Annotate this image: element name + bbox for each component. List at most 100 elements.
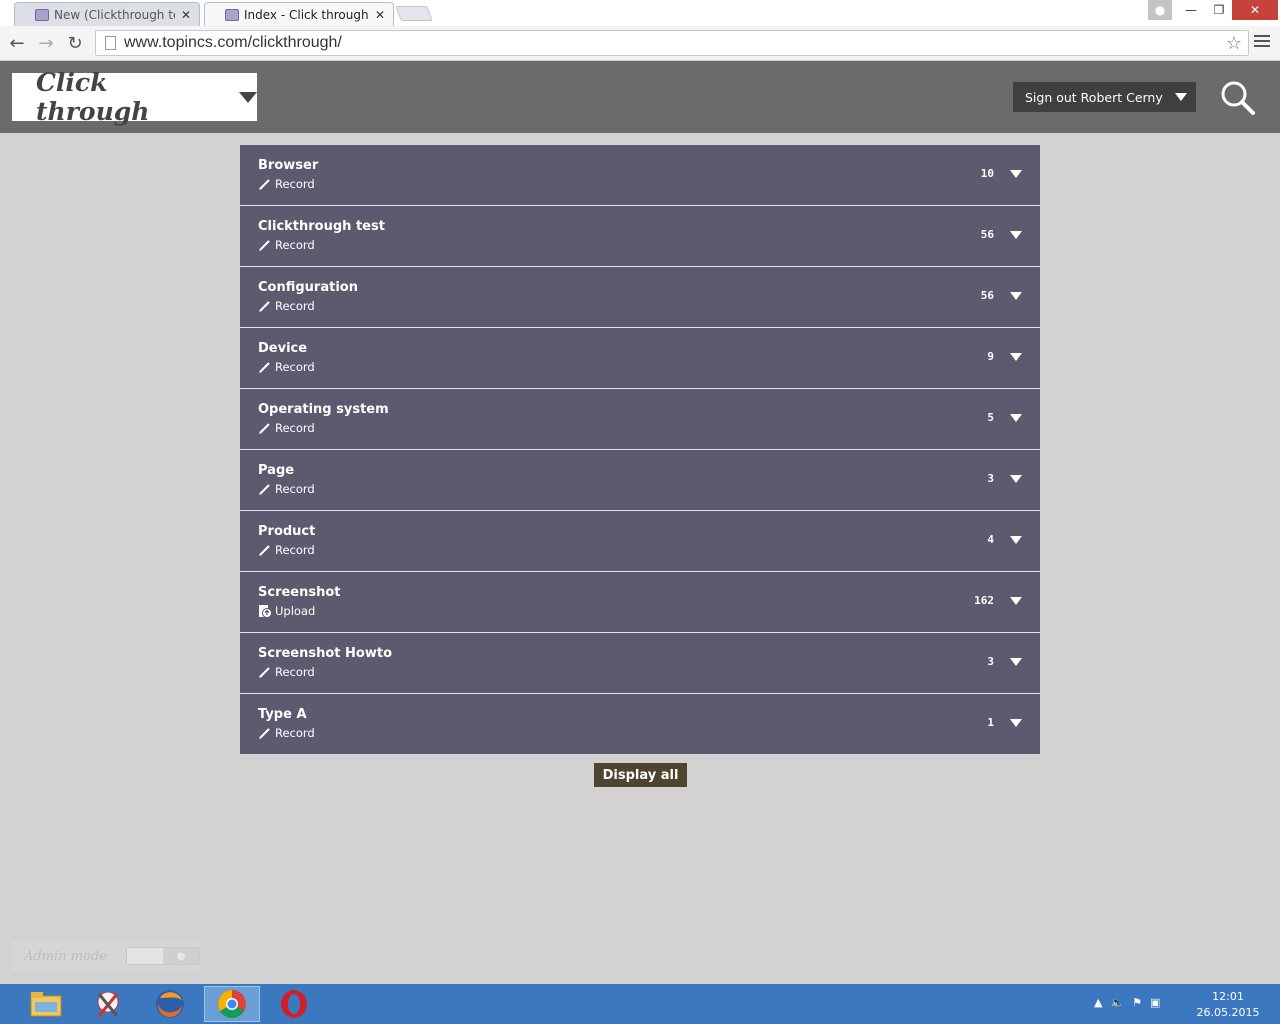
list-item-action[interactable]: Record xyxy=(258,421,315,435)
list-item-count: 9 xyxy=(987,350,994,363)
list-item-title[interactable]: Product xyxy=(258,524,315,539)
list-item-title[interactable]: Type A xyxy=(258,707,307,722)
list-item-title[interactable]: Page xyxy=(258,463,294,478)
site-favicon-icon xyxy=(225,8,239,21)
list-item-title[interactable]: Clickthrough test xyxy=(258,219,385,234)
minimize-icon[interactable]: — xyxy=(1178,0,1204,20)
expand-caret-icon[interactable] xyxy=(1010,414,1022,422)
pencil-icon xyxy=(258,543,272,557)
browser-tab-0[interactable]: New (Clickthrough test) - ✕ xyxy=(14,2,200,26)
list-item-action-label: Record xyxy=(275,543,315,557)
pencil-icon xyxy=(258,665,272,679)
volume-icon[interactable]: 🔈 xyxy=(1110,996,1124,1009)
list-item[interactable]: Operating system Record 5 xyxy=(240,389,1040,450)
list-item-title[interactable]: Device xyxy=(258,341,307,356)
expand-caret-icon[interactable] xyxy=(1010,292,1022,300)
list-item[interactable]: Clickthrough test Record 56 xyxy=(240,206,1040,267)
user-profile-icon[interactable]: ● xyxy=(1148,0,1172,20)
list-item-action-label: Record xyxy=(275,238,315,252)
list-item-action-label: Record xyxy=(275,299,315,313)
tab-close-icon[interactable]: ✕ xyxy=(375,8,385,22)
list-item-title[interactable]: Screenshot Howto xyxy=(258,646,392,661)
list-item-action[interactable]: Record xyxy=(258,177,315,191)
expand-caret-icon[interactable] xyxy=(1010,719,1022,727)
list-item[interactable]: Device Record 9 xyxy=(240,328,1040,389)
expand-caret-icon[interactable] xyxy=(1010,536,1022,544)
list-item-title[interactable]: Configuration xyxy=(258,280,358,295)
admin-mode-panel: Admin mode ● xyxy=(12,941,201,971)
list-item-action[interactable]: Record xyxy=(258,482,315,496)
browser-menu-icon[interactable] xyxy=(1254,35,1270,51)
list-item-action[interactable]: Record xyxy=(258,299,315,313)
network-icon[interactable]: ▣ xyxy=(1150,996,1160,1009)
signout-button[interactable]: Sign out Robert Cerny xyxy=(1013,82,1196,112)
site-favicon-icon xyxy=(35,8,49,21)
list-item-action[interactable]: Record xyxy=(258,360,315,374)
expand-caret-icon[interactable] xyxy=(1010,231,1022,239)
list-item[interactable]: Browser Record 10 xyxy=(240,145,1040,206)
system-tray: ▲ 🔈 ⚑ ▣ xyxy=(1094,996,1160,1009)
list-item-action[interactable]: Record xyxy=(258,665,315,679)
topic-type-list: Browser Record 10 Clickthrough test Record 56… xyxy=(240,145,1040,754)
browser-toolbar: ← → ↻ www.topincs.com/clickthrough/ ☆ xyxy=(0,26,1280,61)
expand-caret-icon[interactable] xyxy=(1010,597,1022,605)
forward-arrow-icon[interactable]: → xyxy=(35,32,57,54)
admin-mode-label: Admin mode xyxy=(24,948,107,964)
list-item[interactable]: Screenshot Howto Record 3 xyxy=(240,633,1040,694)
expand-caret-icon[interactable] xyxy=(1010,658,1022,666)
list-item-title[interactable]: Browser xyxy=(258,158,318,173)
list-item[interactable]: Type A Record 1 xyxy=(240,694,1040,754)
clock-date: 26.05.2015 xyxy=(1196,1006,1260,1019)
bookmark-star-icon[interactable]: ☆ xyxy=(1226,33,1242,54)
list-item[interactable]: Page Record 3 xyxy=(240,450,1040,511)
list-item-count: 56 xyxy=(980,228,994,241)
list-item-count: 3 xyxy=(987,472,994,485)
file-explorer-icon[interactable] xyxy=(18,986,74,1022)
list-item-count: 1 xyxy=(987,716,994,729)
pencil-icon xyxy=(258,299,272,313)
back-arrow-icon[interactable]: ← xyxy=(6,32,28,54)
signout-label: Sign out Robert Cerny xyxy=(1025,89,1163,105)
list-item-action-label: Record xyxy=(275,482,315,496)
list-item[interactable]: Screenshot Upload 162 xyxy=(240,572,1040,633)
expand-caret-icon[interactable] xyxy=(1010,353,1022,361)
clock[interactable]: 12:01 26.05.2015 xyxy=(1196,989,1260,1021)
restore-icon[interactable]: ❐ xyxy=(1206,0,1232,20)
url-text[interactable]: www.topincs.com/clickthrough/ xyxy=(124,34,1226,52)
list-item-title[interactable]: Operating system xyxy=(258,402,389,417)
list-item-action[interactable]: Record xyxy=(258,238,315,252)
tab-close-icon[interactable]: ✕ xyxy=(181,8,191,22)
list-item[interactable]: Configuration Record 56 xyxy=(240,267,1040,328)
pencil-icon xyxy=(258,482,272,496)
snipping-tool-icon[interactable] xyxy=(80,986,136,1022)
app-menu-button[interactable]: Click through xyxy=(12,68,257,126)
address-bar[interactable]: www.topincs.com/clickthrough/ ☆ xyxy=(95,30,1249,56)
caret-down-icon xyxy=(1175,93,1187,101)
list-item-count: 162 xyxy=(974,594,994,607)
expand-caret-icon[interactable] xyxy=(1010,475,1022,483)
pencil-icon xyxy=(258,177,272,191)
flag-icon[interactable]: ⚑ xyxy=(1132,996,1142,1009)
new-tab-button[interactable] xyxy=(395,6,433,21)
search-icon[interactable] xyxy=(1218,79,1258,119)
list-item-action[interactable]: Record xyxy=(258,543,315,557)
list-item[interactable]: Product Record 4 xyxy=(240,511,1040,572)
expand-caret-icon[interactable] xyxy=(1010,170,1022,178)
pencil-icon xyxy=(258,360,272,374)
firefox-icon[interactable] xyxy=(142,986,198,1022)
close-window-icon[interactable]: ✕ xyxy=(1232,0,1278,20)
tab-title: Index - Click through xyxy=(244,7,369,22)
chrome-icon[interactable] xyxy=(204,986,260,1022)
upload-icon xyxy=(258,604,272,618)
browser-tab-1[interactable]: Index - Click through ✕ xyxy=(204,2,394,26)
admin-mode-toggle[interactable]: ● xyxy=(126,947,200,965)
display-all-button[interactable]: Display all xyxy=(594,763,687,787)
opera-icon[interactable] xyxy=(266,986,322,1022)
clock-time: 12:01 xyxy=(1212,990,1244,1003)
tray-expand-icon[interactable]: ▲ xyxy=(1094,996,1102,1009)
list-item-action[interactable]: Record xyxy=(258,726,315,740)
list-item-title[interactable]: Screenshot xyxy=(258,585,341,600)
list-item-action[interactable]: Upload xyxy=(258,604,315,618)
reload-icon[interactable]: ↻ xyxy=(64,32,86,54)
list-item-action-label: Record xyxy=(275,665,315,679)
